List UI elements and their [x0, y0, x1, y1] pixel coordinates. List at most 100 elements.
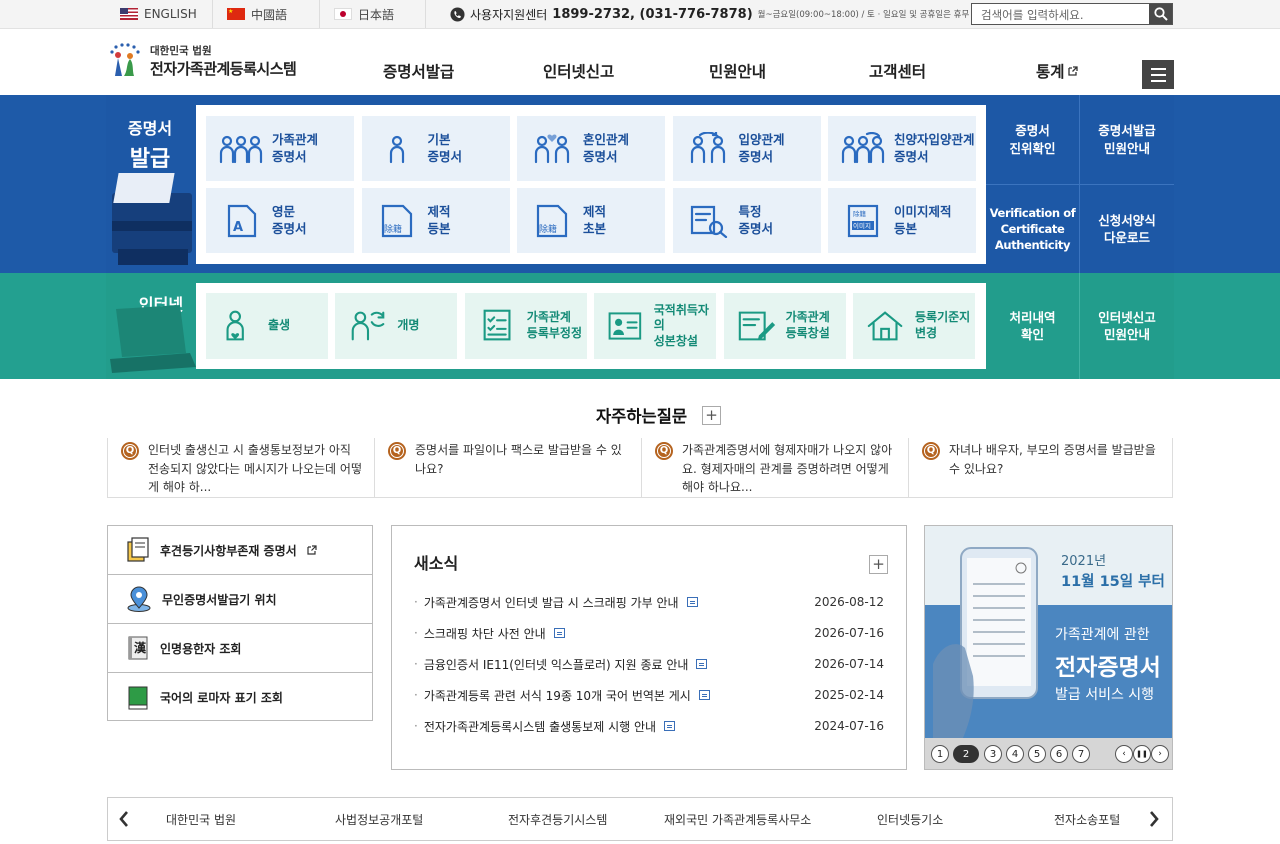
banner-line2: 전자증명서 — [1055, 655, 1161, 681]
adoption-icon — [690, 131, 725, 163]
gnb-certificate[interactable]: 증명서발급 — [383, 60, 454, 82]
certificate-card[interactable]: 혼인관계 증명서 — [517, 116, 665, 181]
gnb-customer-center[interactable]: 고객센터 — [869, 60, 926, 82]
search-button[interactable] — [1149, 4, 1172, 24]
news-item[interactable]: · 스크래핑 차단 사전 안내 2026-07-16 — [414, 623, 884, 643]
certificate-card[interactable]: 이미지 除籍 이미지제적 등본 — [828, 188, 976, 253]
side-report-guide[interactable]: 인터넷신고 민원안내 — [1080, 273, 1174, 379]
banner-page-button[interactable]: 1 — [931, 745, 949, 763]
side-processing-status[interactable]: 처리내역 확인 — [986, 273, 1080, 379]
faq-more-button[interactable]: + — [702, 406, 721, 425]
news-item[interactable]: · 가족관계등록 관련 서식 19종 10개 국어 번역본 게시 2025-02-1… — [414, 685, 884, 705]
banner-page-button[interactable]: 3 — [984, 745, 1002, 763]
lang-chinese-link[interactable]: ★ 中國語 — [213, 0, 320, 28]
english-document-icon: A — [227, 204, 257, 237]
external-link-icon — [307, 545, 317, 555]
phone-icon — [450, 6, 465, 22]
lang-english-link[interactable]: ENGLISH — [106, 0, 213, 28]
banner-page-button[interactable]: 6 — [1050, 745, 1068, 763]
certificate-card[interactable]: 기본 증명서 — [361, 116, 510, 181]
help-center: 사용자지원센터 1899-2732, (031-776-7878) 월~금요일(… — [450, 0, 969, 28]
certificate-card[interactable]: 除籍 제적 등본 — [361, 188, 510, 253]
help-center-phone: 1899-2732, (031-776-7878) — [552, 6, 753, 22]
banner-line3: 발급 서비스 시행 — [1055, 687, 1155, 703]
certificate-card[interactable]: 친양자입양관계 증명서 — [828, 116, 976, 181]
banner-page-button[interactable]: 7 — [1072, 745, 1090, 763]
svg-text:除籍: 除籍 — [384, 223, 402, 235]
report-card[interactable]: 개명 — [335, 293, 458, 359]
related-next-button[interactable] — [1148, 810, 1160, 833]
question-icon: Q — [121, 442, 139, 460]
related-site-link[interactable]: 재외국민 가족관계등록사무소 — [664, 811, 811, 828]
faq-item[interactable]: Q 증명서를 파일이나 팩스로 발급받을 수 있나요? — [374, 438, 641, 498]
quick-link-guardianship[interactable]: 후견등기사항부존재 증명서 — [108, 526, 372, 575]
related-prev-button[interactable] — [118, 810, 130, 833]
news-title: 새소식 — [414, 554, 459, 573]
side-certificate-guide[interactable]: 증명서발급 민원안내 — [1080, 95, 1174, 185]
side-verification-english[interactable]: Verification of Certificate Authenticity — [986, 185, 1080, 273]
news-item[interactable]: · 가족관계증명서 인터넷 발급 시 스크래핑 가부 안내 2026-08-12 — [414, 592, 884, 612]
certificate-card[interactable]: 입양관계 증명서 — [672, 116, 821, 181]
report-card[interactable]: 가족관계 등록부정정 — [464, 293, 587, 359]
certificate-card[interactable]: 특정 증명서 — [672, 188, 821, 253]
certificate-card[interactable]: 除籍 제적 초본 — [517, 188, 665, 253]
japan-flag-icon — [334, 8, 352, 20]
related-site-link[interactable]: 대한민국 법원 — [166, 811, 236, 828]
svg-text:A: A — [233, 220, 243, 235]
certificate-card[interactable]: 가족관계 증명서 — [206, 116, 354, 181]
house-icon — [867, 311, 903, 341]
quick-link-hanja-lookup[interactable]: 漢 인명용한자 조회 — [108, 624, 372, 673]
printer-illustration-icon — [112, 173, 192, 265]
court-logo-icon — [110, 43, 140, 76]
related-site-link[interactable]: 전자후견등기시스템 — [508, 811, 607, 828]
promo-banner[interactable]: 2021년 11월 15일 부터 가족관계에 관한 전자증명서 발급 서비스 시… — [924, 525, 1173, 770]
laptop-illustration-icon — [110, 305, 196, 373]
search-input[interactable]: 검색어를 입력하세요. — [972, 4, 1149, 24]
side-verify-certificate[interactable]: 증명서 진위확인 — [986, 95, 1080, 185]
quick-link-romanization[interactable]: 국어의 로마자 표기 조회 — [108, 673, 372, 722]
report-card[interactable]: 등록기준지 변경 — [853, 293, 975, 359]
news-item[interactable]: · 전자가족관계등록시스템 출생통보제 시행 안내 2024-07-16 — [414, 716, 884, 736]
question-icon: Q — [655, 442, 673, 460]
banner-prev-button[interactable]: ‹ — [1115, 745, 1133, 763]
faq-item[interactable]: Q 자녀나 배우자, 부모의 증명서를 발급받을 수 있나요? — [908, 438, 1173, 498]
banner-page-button[interactable]: 5 — [1028, 745, 1046, 763]
chevron-left-icon: ‹ — [1122, 749, 1126, 759]
side-form-download[interactable]: 신청서양식 다운로드 — [1080, 185, 1174, 273]
plus-icon: + — [705, 406, 718, 424]
lang-english-label: ENGLISH — [144, 7, 197, 21]
svg-text:除籍: 除籍 — [539, 223, 557, 235]
external-link-icon — [1067, 66, 1078, 76]
site-logo[interactable]: 대한민국 법원 전자가족관계등록시스템 — [106, 42, 297, 80]
quick-link-kiosk-location[interactable]: 무인증명서발급기 위치 — [108, 575, 372, 624]
gnb-statistics[interactable]: 통계 — [1036, 60, 1078, 82]
chevron-left-icon — [119, 811, 128, 827]
faq-item[interactable]: Q 인터넷 출생신고 시 출생통보정보가 아직 전송되지 않았다는 메시지가 나오… — [107, 438, 374, 498]
gnb-civil-guide[interactable]: 민원안내 — [709, 60, 766, 82]
report-card[interactable]: 가족관계 등록창설 — [723, 293, 846, 359]
report-card[interactable]: 출생 — [206, 293, 328, 359]
question-icon: Q — [388, 442, 406, 460]
certificate-card[interactable]: A 영문 증명서 — [206, 188, 354, 253]
related-site-link[interactable]: 사법정보공개포털 — [335, 811, 423, 828]
banner-page-button[interactable]: 2 — [953, 745, 979, 763]
banner-page-button[interactable]: 4 — [1006, 745, 1024, 763]
faq-item[interactable]: Q 가족관계증명서에 형제자매가 나오지 않아요. 형제자매의 관계를 증명하려면… — [641, 438, 908, 498]
search-icon — [1153, 7, 1168, 21]
document-pen-icon — [738, 311, 775, 341]
news-more-button[interactable]: + — [869, 555, 888, 574]
lang-japanese-link[interactable]: 日本語 — [320, 0, 426, 28]
document-icon — [553, 628, 565, 638]
related-site-link[interactable]: 인터넷등기소 — [877, 811, 943, 828]
document-folder-icon — [127, 537, 149, 562]
related-site-link[interactable]: 전자소송포털 — [1054, 811, 1120, 828]
report-card[interactable]: 국적취득자의 성본창설 — [594, 293, 717, 359]
banner-next-button[interactable]: › — [1151, 745, 1169, 763]
gnb-internet-report[interactable]: 인터넷신고 — [543, 60, 614, 82]
all-menu-button[interactable] — [1142, 60, 1174, 89]
document-icon — [698, 690, 710, 700]
document-icon — [664, 721, 676, 731]
banner-pause-button[interactable]: ❚❚ — [1133, 745, 1151, 763]
news-item[interactable]: · 금융인증서 IE11(인터넷 익스플로러) 지원 종료 안내 2026-07-1… — [414, 654, 884, 674]
image-register-icon: 이미지 除籍 — [847, 204, 879, 237]
